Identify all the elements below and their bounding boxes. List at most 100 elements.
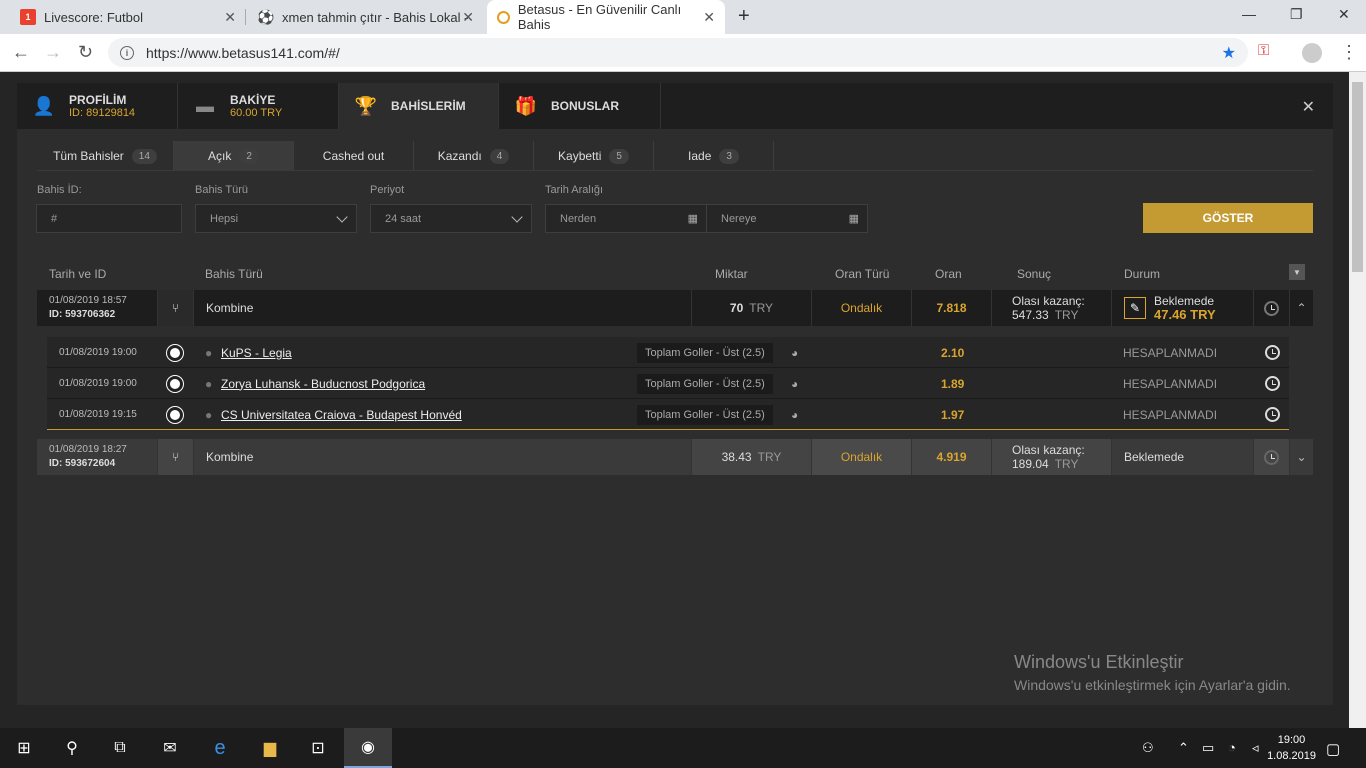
bet-id: ID: 593672604 xyxy=(49,458,116,469)
bet-type: Kombine xyxy=(193,290,691,326)
close-tab-icon[interactable]: ✕ xyxy=(462,9,474,26)
filter-tab-label: Iade xyxy=(688,149,712,163)
selection-row: 01/08/2019 19:00 ● Zorya Luhansk - Buduc… xyxy=(47,368,1289,399)
info-icon[interactable]: i xyxy=(120,45,134,60)
tab-cashed-out[interactable]: Cashed out xyxy=(294,141,414,171)
date-to-input[interactable]: Nereye ▦ xyxy=(706,204,868,233)
tab-bonuses[interactable]: 🎁 BONUSLAR xyxy=(499,83,661,129)
odds-value: 7.818 xyxy=(911,290,991,326)
minimize-icon[interactable]: — xyxy=(1242,6,1256,22)
edit-icon[interactable]: ✎ xyxy=(1124,297,1146,319)
chevron-down-icon[interactable]: ⌄ xyxy=(1289,439,1313,475)
browser-tab-bahislokal[interactable]: ⚽ xmen tahmin çıtır - Bahis Lokal - ✕ xyxy=(248,0,484,34)
bet-row[interactable]: 01/08/2019 18:27 ID: 593672604 ⑂ Kombine … xyxy=(37,439,1313,475)
market-label: Toplam Goller - Üst (2.5) xyxy=(637,342,773,363)
search-icon[interactable]: ⚲ xyxy=(48,728,96,768)
maximize-icon[interactable]: ❐ xyxy=(1290,6,1303,23)
close-icon[interactable]: ✕ xyxy=(1302,97,1315,117)
window-close-icon[interactable]: ✕ xyxy=(1338,6,1350,23)
filter-tab-label: Cashed out xyxy=(322,149,385,163)
close-tab-icon[interactable]: ✕ xyxy=(224,9,236,26)
col-amount: Miktar xyxy=(715,267,748,281)
profile-avatar-icon[interactable] xyxy=(1302,43,1322,63)
collapse-all-button[interactable]: ▼ xyxy=(1289,264,1305,280)
tab-won[interactable]: Kazandı 4 xyxy=(414,141,534,171)
tab-open[interactable]: Açık 2 xyxy=(174,141,294,171)
cashout-value[interactable]: 47.46 TRY xyxy=(1154,307,1216,322)
period-select[interactable]: 24 saat xyxy=(370,204,532,233)
address-bar[interactable]: i https://www.betasus141.com/#/ ★ xyxy=(108,38,1248,67)
wifi-icon[interactable]: ◔ xyxy=(1228,740,1236,755)
filter-tab-label: Kaybetti xyxy=(558,149,602,163)
chevron-up-icon[interactable]: ⌃ xyxy=(1178,740,1189,756)
odds-type: Ondalık xyxy=(811,439,911,475)
battery-icon[interactable]: ▭ xyxy=(1202,740,1214,756)
browser-tab-betasus[interactable]: Betasus - En Güvenilir Canlı Bahis ✕ xyxy=(487,0,725,34)
people-icon[interactable]: ⚇ xyxy=(1142,740,1154,756)
browser-tab-livescore[interactable]: 1 Livescore: Futbol ✕ xyxy=(10,0,246,34)
betasus-icon xyxy=(497,10,510,24)
tab-profile[interactable]: 👤 PROFİLİM ID: 89129814 xyxy=(17,83,178,129)
reload-icon[interactable]: ↻ xyxy=(78,42,93,63)
date-from-input[interactable]: Nerden ▦ xyxy=(545,204,707,233)
tab-refund[interactable]: Iade 3 xyxy=(654,141,774,171)
bet-type-select[interactable]: Hepsi xyxy=(195,204,357,233)
col-odds-type: Oran Türü xyxy=(835,267,890,281)
tab-lost[interactable]: Kaybetti 5 xyxy=(534,141,654,171)
selection-date: 01/08/2019 19:15 xyxy=(59,408,137,420)
forward-icon[interactable]: → xyxy=(44,42,62,63)
trophy-icon: 🏆 xyxy=(354,95,378,116)
volume-icon[interactable]: ◃ xyxy=(1252,740,1259,756)
page-scrollbar[interactable] xyxy=(1349,72,1366,728)
calendar-icon[interactable]: ▦ xyxy=(688,212,698,225)
clock-date: 1.08.2019 xyxy=(1267,750,1316,762)
chevron-down-icon xyxy=(511,211,523,223)
possible-win-value: 547.33 xyxy=(1012,308,1049,322)
selection-date: 01/08/2019 19:00 xyxy=(59,377,137,389)
clock-icon xyxy=(1265,368,1280,399)
bet-id-input[interactable]: # xyxy=(36,204,182,233)
calendar-icon[interactable]: ▦ xyxy=(849,212,859,225)
tab-my-bets[interactable]: 🏆 BAHİSLERİM xyxy=(339,83,499,129)
extension-icon[interactable]: ⚿ xyxy=(1258,42,1269,59)
mail-icon[interactable]: ✉ xyxy=(146,728,194,768)
count-badge: 3 xyxy=(719,148,739,164)
chevron-up-icon[interactable]: ⌃ xyxy=(1289,290,1313,326)
tab-all-bets[interactable]: Tüm Bahisler 14 xyxy=(37,141,174,171)
history-icon[interactable] xyxy=(1253,290,1289,326)
browser-toolbar: ← → ↻ i https://www.betasus141.com/#/ ★ … xyxy=(0,34,1366,72)
windows-start-icon[interactable]: ⊞ xyxy=(0,728,48,768)
chrome-icon[interactable]: ◉ xyxy=(344,728,392,768)
bet-amount-cell: 38.43 TRY xyxy=(691,439,811,475)
clock-time: 19:00 xyxy=(1277,734,1306,746)
close-tab-icon[interactable]: ✕ xyxy=(703,9,715,26)
task-view-icon[interactable]: ⧉ xyxy=(96,728,144,768)
possible-win-cell: Olası kazanç: 547.33 TRY xyxy=(991,290,1111,326)
possible-win-cell: Olası kazanç: 189.04 TRY xyxy=(991,439,1111,475)
scrollbar-thumb[interactable] xyxy=(1352,82,1363,272)
selection-odds: 1.97 xyxy=(941,407,965,422)
select-value: Hepsi xyxy=(210,212,239,225)
odds-value: 4.919 xyxy=(911,439,991,475)
combo-icon: ⑂ xyxy=(157,439,193,475)
menu-dots-icon[interactable]: ⋮ xyxy=(1340,42,1358,63)
bet-date: 01/08/2019 18:57 xyxy=(49,295,127,306)
match-link[interactable]: KuPS - Legia xyxy=(221,337,292,368)
file-explorer-icon[interactable]: ▆ xyxy=(246,728,294,768)
bookmark-star-icon[interactable]: ★ xyxy=(1222,43,1236,63)
account-modal: 👤 PROFİLİM ID: 89129814 ▬ BAKİYE 60.00 TRY… xyxy=(17,83,1333,705)
new-tab-icon[interactable]: + xyxy=(738,5,750,28)
back-icon[interactable]: ← xyxy=(12,42,30,63)
notification-icon[interactable]: ▢ xyxy=(1326,740,1340,758)
show-button[interactable]: GÖSTER xyxy=(1143,203,1313,233)
match-link[interactable]: Zorya Luhansk - Buducnost Podgorica xyxy=(221,368,425,399)
history-icon[interactable] xyxy=(1253,439,1289,475)
taskbar-clock[interactable]: 19:00 1.08.2019 xyxy=(1267,732,1316,764)
filter-tab-label: Tüm Bahisler xyxy=(53,149,124,163)
bet-row[interactable]: 01/08/2019 18:57 ID: 593706362 ⑂ Kombine … xyxy=(37,290,1313,326)
browser-tab-title: xmen tahmin çıtır - Bahis Lokal - xyxy=(282,9,469,25)
tab-balance[interactable]: ▬ BAKİYE 60.00 TRY xyxy=(178,83,339,129)
edge-icon[interactable]: e xyxy=(196,728,244,768)
match-link[interactable]: CS Universitatea Craiova - Budapest Honv… xyxy=(221,399,462,430)
store-icon[interactable]: ⊡ xyxy=(294,728,342,768)
